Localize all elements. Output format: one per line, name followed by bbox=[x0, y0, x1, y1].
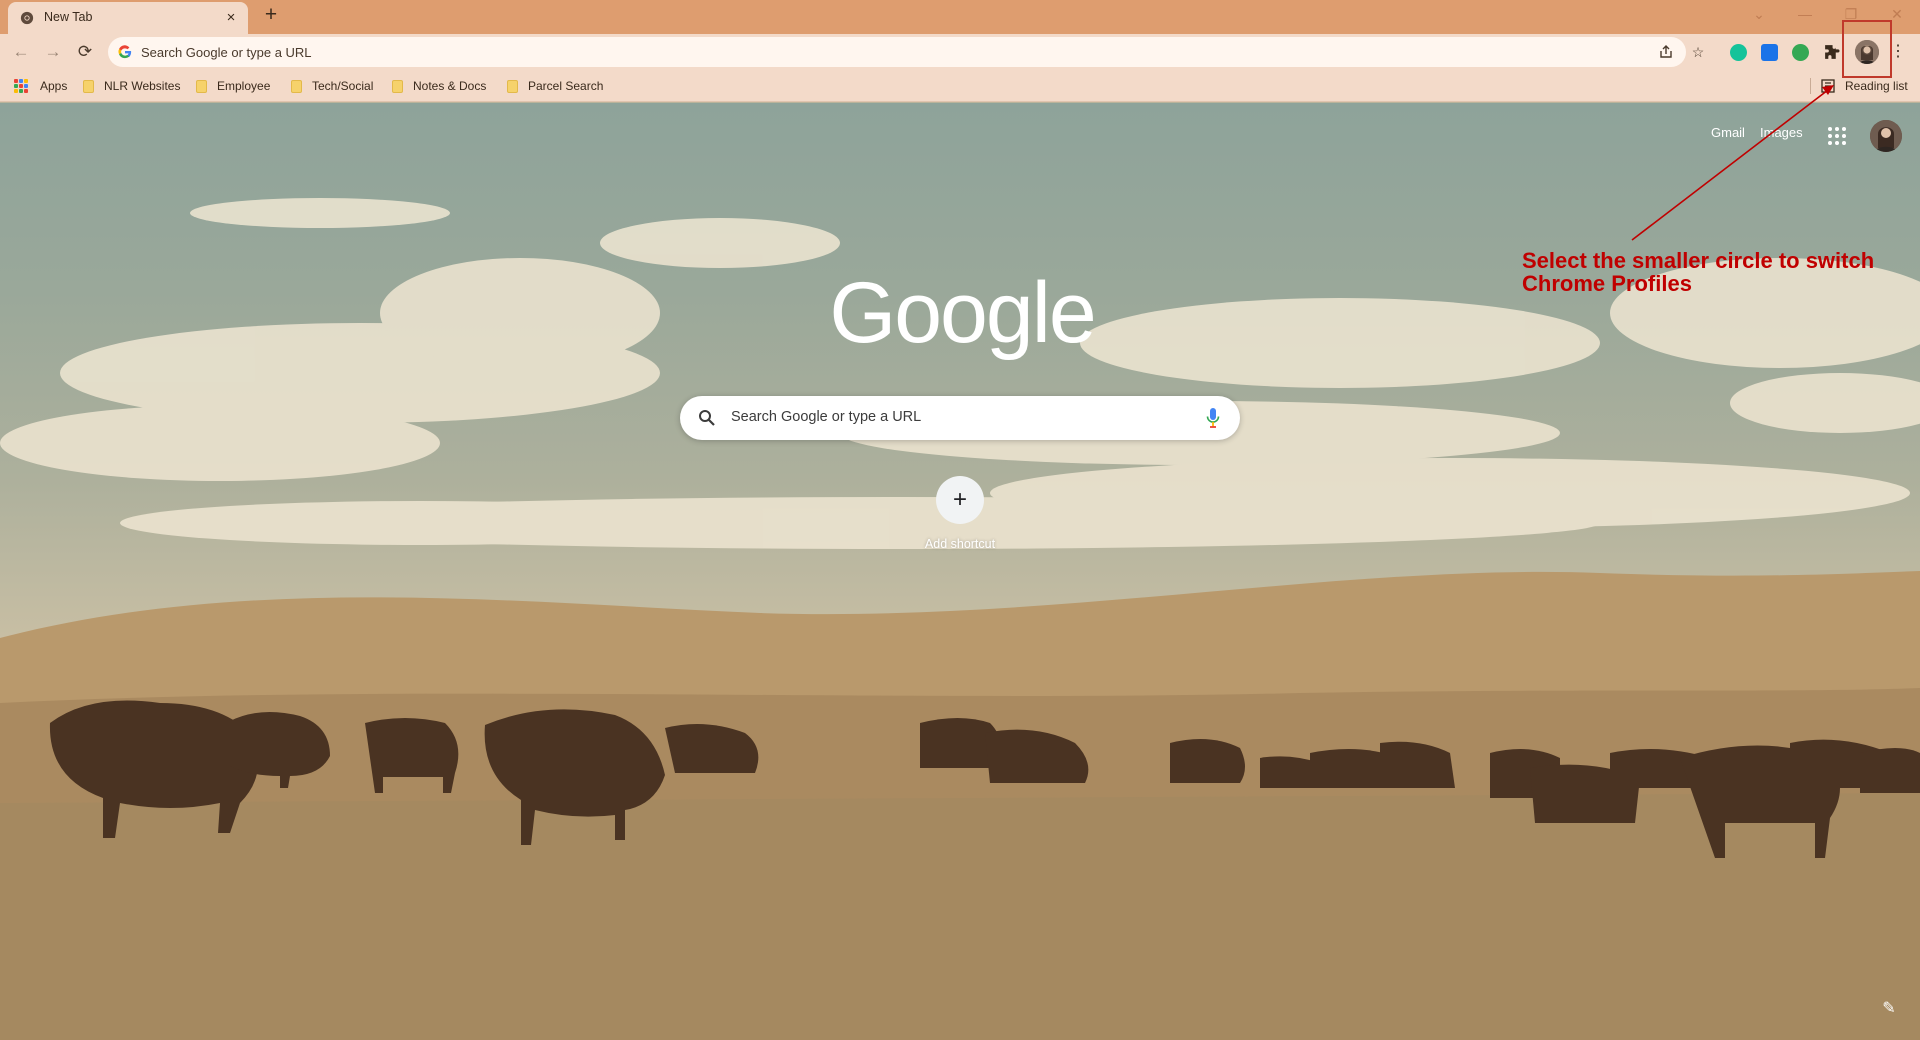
profile-highlight-box bbox=[1842, 20, 1892, 78]
address-bar[interactable]: Search Google or type a URL ☆ bbox=[108, 37, 1704, 67]
tab-title: New Tab bbox=[44, 10, 93, 24]
reading-list-label: Reading list bbox=[1845, 79, 1908, 93]
tab-new-tab[interactable]: New Tab × bbox=[8, 2, 248, 34]
minimize-button[interactable]: — bbox=[1782, 2, 1828, 26]
new-tab-button[interactable]: + bbox=[260, 4, 282, 27]
share-icon[interactable] bbox=[1658, 44, 1674, 60]
reading-list-icon bbox=[1821, 79, 1835, 93]
bookmark-label: NLR Websites bbox=[104, 79, 181, 93]
toolbar: ← → ⟳ Search Google or type a URL ☆ ⋮ bbox=[0, 34, 1920, 70]
instruction-annotation: Select the smaller circle to switch Chro… bbox=[1522, 248, 1875, 296]
add-shortcut-button[interactable]: + bbox=[936, 476, 984, 524]
extensions-puzzle-icon[interactable] bbox=[1823, 44, 1840, 61]
tab-search-icon[interactable]: ⌄ bbox=[1736, 2, 1782, 26]
bison-prairie-background bbox=[0, 198, 1920, 1040]
bookmark-label: Parcel Search bbox=[528, 79, 604, 93]
back-button[interactable]: ← bbox=[10, 41, 32, 63]
search-icon bbox=[699, 410, 715, 426]
bookmark-label: Tech/Social bbox=[312, 79, 374, 93]
google-g-icon bbox=[118, 45, 132, 59]
bookmark-folder-parcel-search[interactable]: Parcel Search bbox=[507, 77, 603, 95]
reading-list-button[interactable]: Reading list bbox=[1821, 77, 1908, 95]
ntp-search-box[interactable]: Search Google or type a URL bbox=[680, 396, 1240, 440]
forward-button[interactable]: → bbox=[42, 41, 64, 63]
tab-strip: New Tab × + ⌄ — ❐ ✕ bbox=[0, 0, 1920, 34]
google-logo: Google bbox=[829, 265, 1096, 361]
chrome-icon bbox=[20, 11, 34, 25]
bookmarks-separator bbox=[1810, 78, 1811, 94]
bookmark-folder-notes-docs[interactable]: Notes & Docs bbox=[392, 77, 486, 95]
bookmark-folder-nlr-websites[interactable]: NLR Websites bbox=[83, 77, 180, 95]
bookmark-label: Employee bbox=[217, 79, 271, 93]
green-extension-icon[interactable] bbox=[1792, 44, 1809, 61]
tab-close-icon[interactable]: × bbox=[222, 9, 240, 27]
folder-icon bbox=[291, 79, 302, 93]
bookmarks-bar: Apps NLR Websites Employee Tech/Social N… bbox=[0, 70, 1920, 102]
bookmark-folder-employee[interactable]: Employee bbox=[196, 77, 270, 95]
reload-button[interactable]: ⟳ bbox=[74, 41, 96, 63]
gmail-link[interactable]: Gmail bbox=[1711, 125, 1745, 149]
folder-icon bbox=[507, 79, 518, 93]
bookmark-folder-tech-social[interactable]: Tech/Social bbox=[291, 77, 373, 95]
address-bar-placeholder: Search Google or type a URL bbox=[141, 45, 312, 60]
images-link[interactable]: Images bbox=[1760, 125, 1803, 149]
add-shortcut-label[interactable]: Add shortcut bbox=[900, 537, 1020, 551]
google-account-avatar[interactable] bbox=[1870, 120, 1902, 152]
grammarly-icon[interactable] bbox=[1730, 44, 1747, 61]
account-photo-icon bbox=[1870, 120, 1902, 152]
ntp-search-placeholder: Search Google or type a URL bbox=[731, 409, 922, 425]
bookmark-label: Notes & Docs bbox=[413, 79, 487, 93]
folder-icon bbox=[392, 79, 403, 93]
bookmark-star-icon[interactable]: ☆ bbox=[1690, 44, 1706, 60]
customize-pencil-icon[interactable]: ✎ bbox=[1880, 1000, 1898, 1018]
apps-grid-icon bbox=[14, 79, 28, 93]
new-tab-page: Gmail Images Google Search Google or typ… bbox=[0, 103, 1920, 1040]
google-apps-icon[interactable] bbox=[1828, 127, 1846, 145]
microphone-icon[interactable] bbox=[1206, 407, 1220, 429]
bookmark-apps[interactable]: Apps bbox=[14, 77, 67, 95]
folder-icon bbox=[196, 79, 207, 93]
folder-icon bbox=[83, 79, 94, 93]
bookmark-apps-label: Apps bbox=[40, 79, 68, 93]
screen-capture-icon[interactable] bbox=[1761, 44, 1778, 61]
